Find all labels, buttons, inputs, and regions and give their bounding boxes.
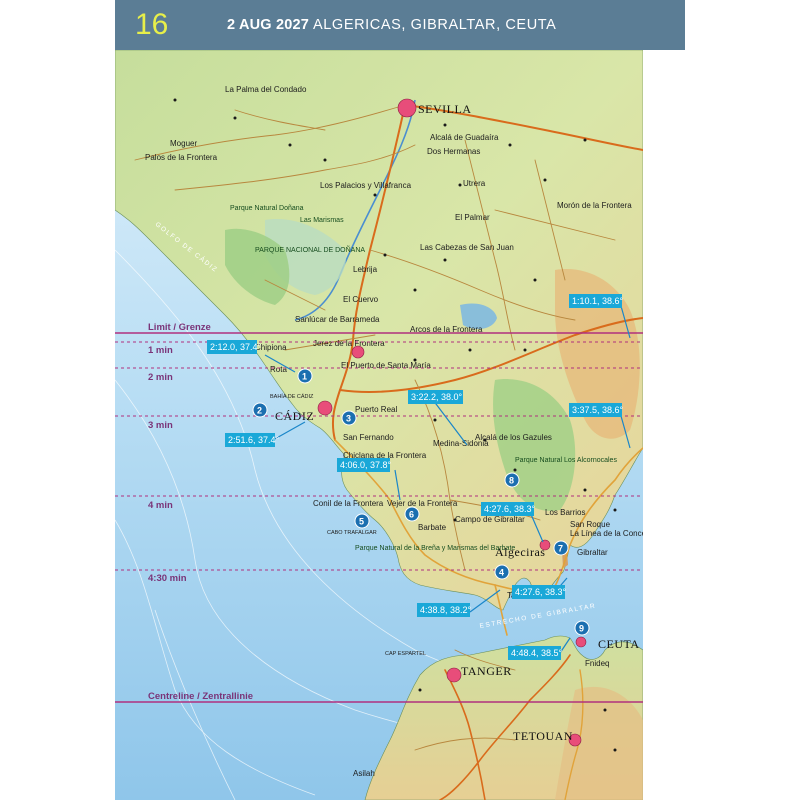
city-asilah: Asilah <box>353 769 375 778</box>
svg-text:3:37.5, 38.6°: 3:37.5, 38.6° <box>572 405 624 415</box>
page-header: 16 2 AUG 2027 ALGERICAS, GIBRALTAR, CEUT… <box>115 0 685 50</box>
city-lebrija: Lebrija <box>353 265 378 274</box>
city-jerez: Jerez de la Frontera <box>313 339 385 348</box>
label-donana-natural: Parque Natural Doñana <box>230 205 304 212</box>
point-1: 1 <box>297 368 313 384</box>
svg-text:1: 1 <box>302 372 307 382</box>
label-donana: PARQUE NACIONAL DE DOÑANA <box>255 245 365 254</box>
city-san-roque: San Roque <box>570 520 611 529</box>
contact-label-c2: 2:51.6, 37.4° <box>225 433 280 447</box>
svg-text:7: 7 <box>558 544 563 554</box>
label-4min: 4 min <box>148 500 173 511</box>
city-el-puerto: El Puerto de Santa María <box>341 361 431 370</box>
contact-label-c5: 4:27.6, 38.3° <box>481 502 536 516</box>
city-la-linea: La Línea de la Concepción <box>570 529 643 538</box>
city-tetouan: TETOUAN <box>513 729 573 743</box>
contact-label-c7: 4:38.8, 38.2° <box>417 603 472 617</box>
svg-text:4:38.8, 38.2°: 4:38.8, 38.2° <box>420 605 472 615</box>
city-sevilla: SEVILLA <box>418 102 472 116</box>
svg-text:4:27.6, 38.3°: 4:27.6, 38.3° <box>515 587 567 597</box>
city-moguer: Moguer <box>170 139 197 148</box>
right-margin <box>643 50 800 800</box>
city-los-barrios: Los Barrios <box>545 508 585 517</box>
label-brena: Parque Natural de la Breña y Marismas de… <box>355 545 515 552</box>
city-la-palma: La Palma del Condado <box>225 85 307 94</box>
svg-text:6: 6 <box>409 510 414 520</box>
svg-text:4: 4 <box>499 568 504 578</box>
city-moron: Morón de la Frontera <box>557 201 632 210</box>
city-gibraltar: Gibraltar <box>577 548 608 557</box>
city-vejer: Vejer de la Frontera <box>387 499 458 508</box>
city-alcala: Alcalá de Guadaíra <box>430 133 499 142</box>
region-campo: Campo de Gibraltar <box>455 515 525 524</box>
contact-label-c1: 2:12.0, 37.4° <box>207 340 262 354</box>
contact-label-c4: 4:06.0, 37.8° <box>337 458 392 472</box>
city-fnideq: Fnideq <box>585 659 609 668</box>
city-los-palacios: Los Palacios y Villafranca <box>320 181 412 190</box>
city-san-fernando: San Fernando <box>343 433 394 442</box>
svg-text:1:10.1, 38.6°: 1:10.1, 38.6° <box>572 296 624 306</box>
label-2min: 2 min <box>148 372 173 383</box>
city-utrera: Utrera <box>463 179 486 188</box>
city-alcala-gazules: Alcalá de los Gazules <box>475 433 552 442</box>
city-ceuta: CEUTA <box>598 637 640 651</box>
city-las-cabezas: Las Cabezas de San Juan <box>420 243 514 252</box>
city-el-palmar: El Palmar <box>455 213 490 222</box>
left-margin <box>0 0 115 800</box>
label-las-marismas: Las Marismas <box>300 217 344 224</box>
eclipse-map[interactable]: SEVILLA CÁDIZ TANGER CEUTA TETOUAN Algec… <box>115 50 643 800</box>
label-centreline: Centreline / Zentrallinie <box>148 691 253 702</box>
contact-label-c9: 1:10.1, 38.6° <box>569 294 624 308</box>
point-6: 6 <box>404 506 420 522</box>
label-alcornocales: Parque Natural Los Alcornocales <box>515 457 617 464</box>
svg-text:4:06.0, 37.8°: 4:06.0, 37.8° <box>340 460 392 470</box>
eclipse-date: 2 AUG 2027 <box>227 17 310 33</box>
svg-text:5: 5 <box>359 517 364 527</box>
svg-text:2: 2 <box>257 406 262 416</box>
city-sanlucar: Sanlúcar de Barrameda <box>295 315 380 324</box>
point-3: 3 <box>341 410 357 426</box>
point-5: 5 <box>354 513 370 529</box>
city-tanger: TANGER <box>461 664 512 678</box>
point-4: 4 <box>494 564 510 580</box>
contact-label-c3: 3:22.2, 38.0° <box>408 390 463 404</box>
point-2: 2 <box>252 402 268 418</box>
point-7: 7 <box>553 540 569 556</box>
point-8: 8 <box>504 472 520 488</box>
contact-label-c10: 3:37.5, 38.6° <box>569 403 624 417</box>
city-conil: Conil de la Frontera <box>313 499 384 508</box>
city-barbate: Barbate <box>418 523 447 532</box>
svg-text:4:27.6, 38.3°: 4:27.6, 38.3° <box>484 504 536 514</box>
point-9: 9 <box>574 620 590 636</box>
label-cabo-trafalgar: CABO TRAFALGAR <box>327 530 377 536</box>
city-puerto-real: Puerto Real <box>355 405 397 414</box>
label-bahia: BAHÍA DE CÁDIZ <box>270 393 314 400</box>
city-palos: Palos de la Frontera <box>145 153 218 162</box>
page-number: 16 <box>135 8 169 41</box>
label-430min: 4:30 min <box>148 573 187 584</box>
label-limit: Limit / Grenze <box>148 322 211 333</box>
svg-text:8: 8 <box>509 476 514 486</box>
contact-label-c6: 4:27.6, 38.3° <box>512 585 567 599</box>
city-dos-hermanas: Dos Hermanas <box>427 147 480 156</box>
city-el-cuervo: El Cuervo <box>343 295 379 304</box>
svg-text:9: 9 <box>579 624 584 634</box>
svg-text:2:12.0, 37.4°: 2:12.0, 37.4° <box>210 342 262 352</box>
label-cap-espartel: CAP ESPARTEL <box>385 651 426 657</box>
svg-text:2:51.6, 37.4°: 2:51.6, 37.4° <box>228 435 280 445</box>
location-title: ALGERICAS, GIBRALTAR, CEUTA <box>313 17 557 33</box>
svg-text:3: 3 <box>346 414 351 424</box>
label-3min: 3 min <box>148 420 173 431</box>
svg-text:4:48.4, 38.5°: 4:48.4, 38.5° <box>511 648 563 658</box>
contact-label-c8: 4:48.4, 38.5° <box>508 646 563 660</box>
svg-text:3:22.2, 38.0°: 3:22.2, 38.0° <box>411 392 463 402</box>
label-1min: 1 min <box>148 345 173 356</box>
